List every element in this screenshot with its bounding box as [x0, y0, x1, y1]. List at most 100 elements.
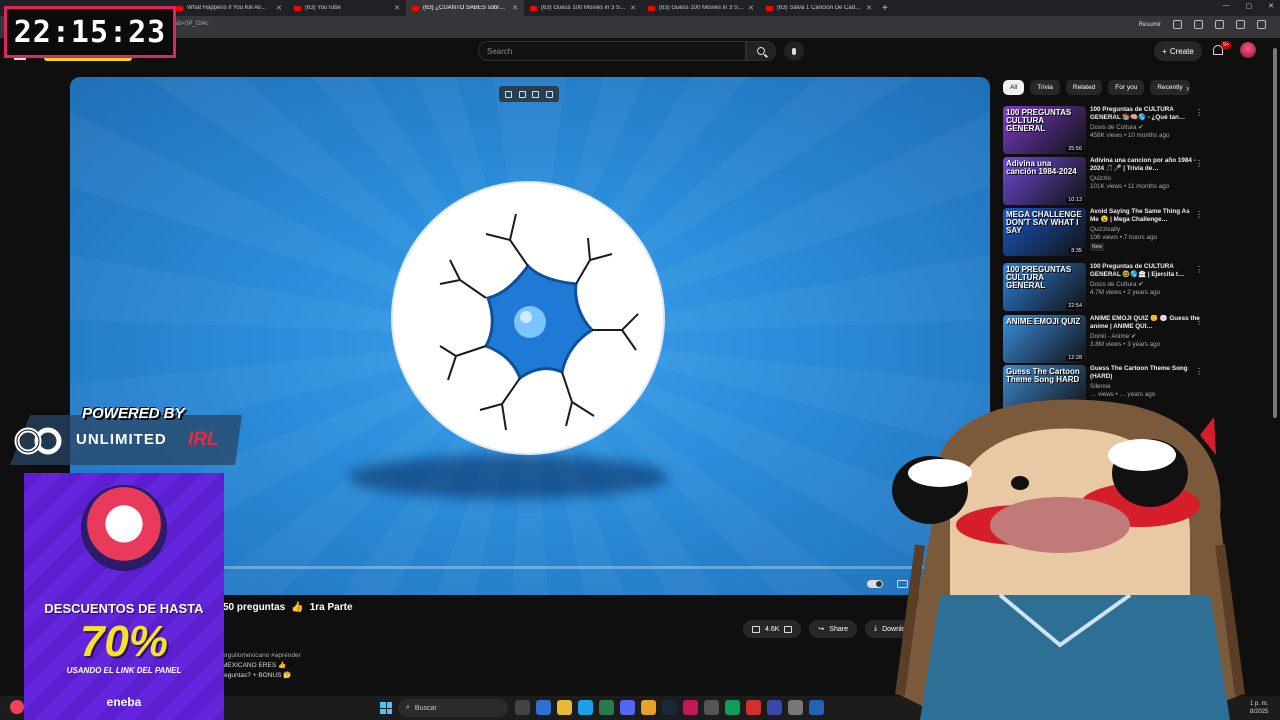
chip-all[interactable]: All [1003, 80, 1025, 95]
browser-menu-icon[interactable] [1257, 20, 1266, 29]
chip-for-you[interactable]: For you [1108, 80, 1145, 95]
app-icon[interactable] [725, 700, 740, 715]
more-options-icon[interactable]: ⋮ [1195, 108, 1203, 117]
microphone-icon [792, 47, 796, 55]
chip-recently[interactable]: Recently [1150, 80, 1190, 95]
recommendation-item[interactable]: ANIME EMOJI QUIZ 12:28 ANIME EMOJI QUIZ 🙂 … [1003, 315, 1203, 363]
app-icon[interactable] [788, 700, 803, 715]
video-thumbnail[interactable]: 100 PREGUNTAS CULTURA GENERAL 22:54 [1003, 263, 1086, 311]
close-window-icon[interactable]: ✕ [1268, 2, 1274, 10]
view-stats: 106 views • 7 hours ago [1090, 234, 1157, 241]
extension-icon[interactable] [1173, 20, 1182, 29]
search-input[interactable]: Search [478, 41, 746, 61]
app-icon[interactable] [599, 700, 614, 715]
close-tab-icon[interactable]: ✕ [276, 4, 282, 12]
video-thumbnail[interactable]: 100 PREGUNTAS CULTURA GENERAL 25:56 [1003, 106, 1086, 154]
browser-tab[interactable]: (63) YouTube ✕ [288, 0, 406, 16]
discord-icon[interactable] [620, 700, 635, 715]
picture-in-picture-icon[interactable] [505, 90, 513, 98]
translate-icon[interactable] [545, 90, 553, 98]
more-options-icon[interactable]: ⋮ [1195, 317, 1203, 326]
new-badge: New [1090, 243, 1105, 251]
streamer-avatar-character [892, 399, 1245, 720]
widgets-icon[interactable] [10, 700, 24, 714]
app-icon[interactable] [641, 700, 656, 715]
channel-name[interactable]: Quizzio [1090, 175, 1200, 183]
recommendation-item[interactable]: Adivina una canción 1984-2024 10:13 Adivin… [1003, 157, 1203, 205]
browser-tab[interactable]: (63) Guess 100 Movies in 3 Secon…✕ [642, 0, 760, 16]
summarize-button[interactable]: Resumir [1139, 22, 1161, 28]
app-icon[interactable] [704, 700, 719, 715]
app-icon[interactable] [683, 700, 698, 715]
youtube-favicon-icon [294, 5, 301, 11]
close-tab-icon[interactable]: ✕ [748, 4, 754, 12]
more-options-icon[interactable]: ⋮ [1195, 159, 1203, 168]
minimize-icon[interactable]: — [1223, 2, 1230, 10]
video-thumbnail[interactable]: MEGA CHALLENGE DON'T SAY WHAT I SAY 8:35 [1003, 208, 1086, 256]
close-tab-icon[interactable]: ✕ [630, 4, 636, 12]
browser-tab[interactable]: What Happens if You Kill All… ✕ [170, 0, 288, 16]
obs-icon[interactable] [809, 700, 824, 715]
channel-name[interactable]: Dosis de Cultura ✔ [1090, 281, 1200, 289]
recommendation-title[interactable]: Adivina una cancion por año 1984 - 2024 … [1090, 157, 1200, 173]
maximize-icon[interactable]: ▢ [1246, 2, 1253, 10]
account-avatar[interactable] [1240, 42, 1256, 58]
screenshot-icon[interactable] [518, 90, 526, 98]
close-tab-icon[interactable]: ✕ [866, 4, 872, 12]
bookmark-star-icon[interactable] [1215, 20, 1224, 29]
channel-name[interactable]: Quizzically [1090, 226, 1200, 234]
browser-tab-active[interactable]: (63) ¿CUÁNTO SABES sobre… ✕ [406, 0, 524, 16]
ad-percent: 70% [79, 617, 169, 666]
thumbs-down-icon[interactable] [784, 625, 793, 633]
chip-related[interactable]: Related [1065, 80, 1103, 95]
chip-trivia[interactable]: Trivia [1030, 80, 1060, 95]
new-tab-icon[interactable]: + [882, 3, 888, 14]
more-options-icon[interactable]: ⋮ [1195, 367, 1203, 376]
recommendation-title[interactable]: 100 Preguntas de CULTURA GENERAL 🤓🌎🏛 | E… [1090, 263, 1200, 279]
recommendation-title[interactable]: Avoid Saying The Same Thing As Me 😮 | Me… [1090, 208, 1200, 224]
copy-icon[interactable] [532, 90, 540, 98]
windows-start-icon[interactable] [380, 702, 392, 714]
download-icon: ⤓ [873, 625, 878, 632]
like-button[interactable]: 4.6K [743, 620, 802, 638]
recommendation-title[interactable]: Guess The Cartoon Theme Song (HARD) [1090, 365, 1200, 381]
taskbar-search[interactable]: ⌕ Buscar [398, 699, 508, 717]
scrollbar-thumb[interactable] [1273, 48, 1277, 418]
edge-icon[interactable] [536, 700, 551, 715]
translate-icon[interactable] [1194, 20, 1203, 29]
profile-icon[interactable] [1236, 20, 1245, 29]
app-icon[interactable] [746, 700, 761, 715]
steam-icon[interactable] [662, 700, 677, 715]
app-icon[interactable] [767, 700, 782, 715]
channel-name[interactable]: Dosis de Cultura ✔ [1090, 124, 1200, 132]
close-tab-icon[interactable]: ✕ [512, 4, 518, 12]
video-thumbnail[interactable]: Adivina una canción 1984-2024 10:13 [1003, 157, 1086, 205]
recommendation-item[interactable]: 100 PREGUNTAS CULTURA GENERAL 25:56 100 Pr… [1003, 106, 1203, 154]
url-text[interactable]: &t=3P_f2i4c [176, 21, 209, 27]
thumbnail-text: ANIME EMOJI QUIZ [1006, 317, 1081, 326]
chevron-right-icon[interactable]: › [1186, 83, 1189, 93]
browser-tab[interactable]: (63) Guess 100 Movies in 3 Secon…✕ [524, 0, 642, 16]
more-options-icon[interactable]: ⋮ [1195, 210, 1203, 219]
ad-brand: eneba [106, 695, 142, 709]
browser-icon[interactable] [578, 700, 593, 715]
task-view-icon[interactable] [515, 700, 530, 715]
voice-search-button[interactable] [784, 41, 804, 61]
more-options-icon[interactable]: ⋮ [1195, 265, 1203, 274]
search-button[interactable] [746, 41, 776, 61]
taskbar-apps [515, 700, 824, 715]
recommendation-title[interactable]: 100 Preguntas de CULTURA GENERAL 📚🧠🌎 - ¿… [1090, 106, 1200, 122]
share-arrow-icon: ↪ [818, 626, 825, 633]
create-button[interactable]: + Create [1154, 41, 1202, 61]
video-thumbnail[interactable]: ANIME EMOJI QUIZ 12:28 [1003, 315, 1086, 363]
recommendation-item[interactable]: 100 PREGUNTAS CULTURA GENERAL 22:54 100 Pr… [1003, 263, 1203, 311]
close-tab-icon[interactable]: ✕ [394, 4, 400, 12]
share-button[interactable]: ↪ Share [809, 620, 857, 638]
channel-name[interactable]: Donki - Anime ✔ [1090, 333, 1200, 341]
recommendation-item[interactable]: MEGA CHALLENGE DON'T SAY WHAT I SAY 8:35 A… [1003, 208, 1203, 256]
browser-tab[interactable]: (63) Salva 1 Cancion De Cada Añ…✕ [760, 0, 878, 16]
recommendation-title[interactable]: ANIME EMOJI QUIZ 🙂 🍥 Guess the anime | A… [1090, 315, 1200, 331]
file-explorer-icon[interactable] [557, 700, 572, 715]
video-description[interactable]: orgullomexicano #aprender MEXICANO ERES … [222, 651, 301, 681]
channel-name[interactable]: Silense [1090, 383, 1200, 391]
